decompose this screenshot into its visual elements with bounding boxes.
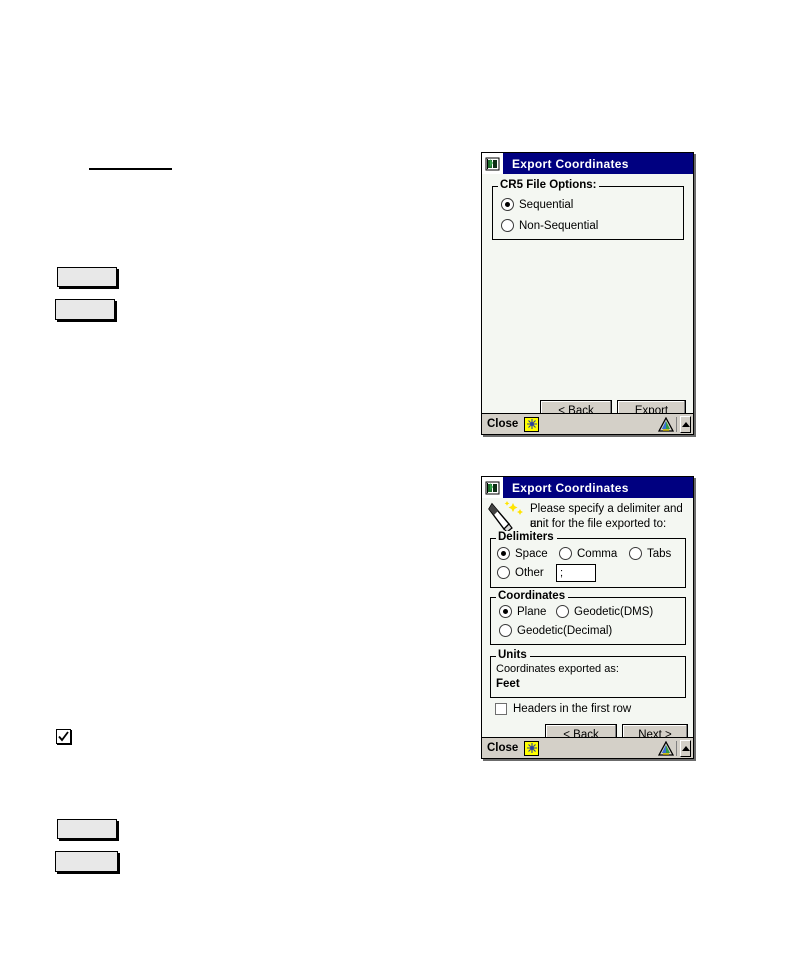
- scroll-up-icon[interactable]: [680, 739, 691, 757]
- units-caption: Coordinates exported as:: [496, 663, 619, 675]
- radio-other-label: Other: [515, 566, 544, 579]
- up-arrow-glyph: [681, 745, 690, 751]
- close-label[interactable]: Close: [487, 418, 518, 430]
- satellite-triangle-icon[interactable]: [657, 740, 674, 756]
- export-coordinates-dialog-cr5: Export Coordinates CR5 File Options: Seq…: [481, 152, 694, 435]
- headers-first-row-label: Headers in the first row: [513, 703, 632, 715]
- radio-plane[interactable]: Plane: [499, 605, 546, 618]
- blank-field-box[interactable]: [55, 851, 118, 872]
- radio-non-sequential-indicator[interactable]: [501, 219, 514, 232]
- horizontal-rule: [89, 168, 172, 170]
- radio-geodetic-decimal-indicator[interactable]: [499, 624, 512, 637]
- keyboard-icon[interactable]: [524, 740, 540, 756]
- statusbar: Close: [482, 737, 693, 758]
- cr5-file-options-group: CR5 File Options: Sequential Non-Sequent…: [492, 179, 684, 240]
- titlebar: Export Coordinates: [482, 153, 693, 174]
- titlebar: Export Coordinates: [482, 477, 693, 498]
- radio-tabs-label: Tabs: [647, 547, 672, 560]
- satellite-triangle-icon[interactable]: [657, 416, 674, 432]
- radio-plane-label: Plane: [517, 605, 547, 618]
- blank-field-box[interactable]: [57, 267, 117, 287]
- radio-space-indicator[interactable]: [497, 547, 510, 560]
- cr5-file-options-legend: CR5 File Options:: [498, 179, 600, 191]
- radio-non-sequential[interactable]: Non-Sequential: [501, 219, 598, 232]
- blank-field-box[interactable]: [57, 819, 117, 839]
- radio-geodetic-dms-label: Geodetic(DMS): [574, 605, 654, 618]
- radio-geodetic-decimal-label: Geodetic(Decimal): [517, 624, 613, 637]
- radio-other-indicator[interactable]: [497, 566, 510, 579]
- radio-other[interactable]: Other: [497, 566, 544, 579]
- units-group: Units Coordinates exported as: Feet: [490, 649, 686, 698]
- scroll-up-icon[interactable]: [680, 415, 691, 433]
- radio-space-label: Space: [515, 547, 548, 560]
- keyboard-icon[interactable]: [524, 416, 540, 432]
- statusbar: Close: [482, 413, 693, 434]
- other-delimiter-input[interactable]: ;: [556, 564, 596, 582]
- statusbar-divider: [676, 416, 677, 432]
- radio-sequential[interactable]: Sequential: [501, 198, 573, 211]
- app-window-icon: [482, 153, 503, 174]
- headers-first-row-checkbox[interactable]: Headers in the first row: [495, 703, 631, 715]
- check-mark-icon: [58, 731, 69, 742]
- coordinates-group: Coordinates Plane Geodetic(DMS) Geodetic…: [490, 590, 686, 645]
- radio-comma-label: Comma: [577, 547, 618, 560]
- dialog-body: CR5 File Options: Sequential Non-Sequent…: [482, 174, 693, 421]
- radio-space[interactable]: Space: [497, 547, 548, 560]
- dialog-title: Export Coordinates: [512, 480, 629, 495]
- radio-tabs-indicator[interactable]: [629, 547, 642, 560]
- radio-comma[interactable]: Comma: [559, 547, 617, 560]
- statusbar-divider: [676, 740, 677, 756]
- app-window-icon: [482, 477, 503, 498]
- radio-sequential-label: Sequential: [519, 198, 574, 211]
- radio-non-sequential-label: Non-Sequential: [519, 219, 599, 232]
- radio-sequential-indicator[interactable]: [501, 198, 514, 211]
- delimiters-group: Delimiters Space Comma Tabs Other ;: [490, 531, 686, 588]
- radio-geodetic-dms-indicator[interactable]: [556, 605, 569, 618]
- radio-geodetic-decimal[interactable]: Geodetic(Decimal): [499, 624, 612, 637]
- delimiters-legend: Delimiters: [496, 531, 557, 543]
- export-coordinates-dialog-delimiters: Export Coordinates Please specify a deli…: [481, 476, 694, 759]
- radio-geodetic-dms[interactable]: Geodetic(DMS): [556, 605, 653, 618]
- dialog-title: Export Coordinates: [512, 156, 629, 171]
- radio-comma-indicator[interactable]: [559, 547, 572, 560]
- instruction-line-2: unit for the file exported to:: [530, 518, 667, 530]
- close-label[interactable]: Close: [487, 742, 518, 754]
- radio-plane-indicator[interactable]: [499, 605, 512, 618]
- units-legend: Units: [496, 649, 530, 661]
- checked-checkbox[interactable]: [56, 729, 71, 744]
- dialog-body: Please specify a delimiter and an unit f…: [482, 498, 693, 745]
- coordinates-legend: Coordinates: [496, 590, 569, 602]
- up-arrow-glyph: [681, 421, 690, 427]
- radio-tabs[interactable]: Tabs: [629, 547, 671, 560]
- headers-first-row-checkbox-box[interactable]: [495, 703, 507, 715]
- blank-field-box[interactable]: [55, 299, 115, 320]
- units-value: Feet: [496, 678, 520, 690]
